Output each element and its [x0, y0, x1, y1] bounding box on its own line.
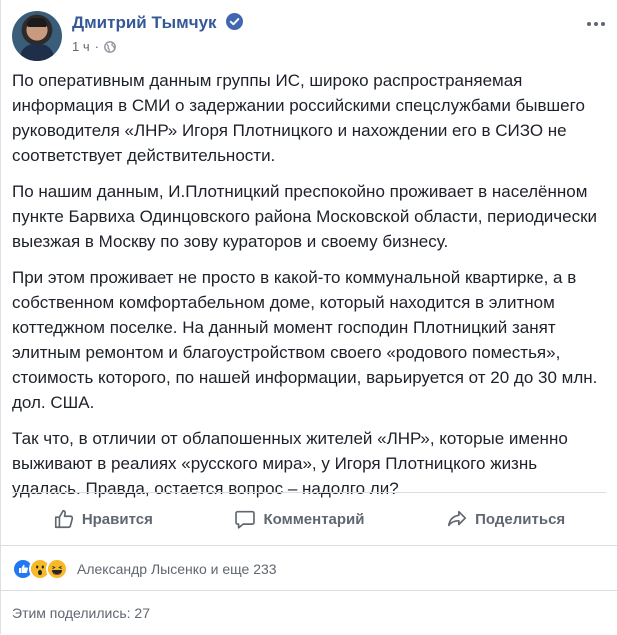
share-label: Поделиться	[475, 510, 566, 528]
facebook-post: Дмитрий Тымчук 1 ч · По оперативным данн…	[0, 0, 617, 634]
share-button[interactable]: Поделиться	[432, 502, 579, 536]
post-paragraph: По нашим данным, И.Плотницкий преспокойн…	[12, 182, 597, 251]
haha-icon	[46, 557, 68, 580]
post-paragraph: По оперативным данным группы ИС, широко …	[12, 71, 585, 165]
post-paragraph: При этом проживает не просто в какой-то …	[12, 268, 598, 412]
shares-count[interactable]: Этим поделились: 27	[1, 590, 617, 635]
author-name[interactable]: Дмитрий Тымчук	[72, 13, 217, 32]
comment-label: Комментарий	[263, 510, 365, 528]
like-label: Нравится	[81, 510, 153, 528]
thumbs-up-icon	[54, 509, 73, 529]
author-name-link[interactable]: Дмитрий Тымчук	[72, 13, 244, 33]
avatar[interactable]	[12, 11, 62, 61]
meta-separator: ·	[94, 39, 99, 54]
reactions-summary[interactable]: Александр Лысенко и еще 233	[1, 545, 617, 591]
like-button[interactable]: Нравится	[39, 502, 167, 536]
share-arrow-icon	[448, 510, 467, 527]
shares-text[interactable]: Этим поделились: 27	[12, 605, 150, 621]
reaction-icons	[12, 557, 68, 580]
post-paragraph: Так что, в отличии от облапошенных жител…	[12, 429, 568, 498]
reactions-text[interactable]: Александр Лысенко и еще 233	[77, 561, 277, 577]
action-bar: Нравится Комментарий Поделиться	[12, 492, 606, 545]
comment-icon	[235, 510, 256, 529]
post-timestamp[interactable]: 1 ч	[72, 39, 90, 54]
more-options-icon[interactable]	[585, 17, 607, 31]
post-body: По оперативным данным группы ИС, широко …	[12, 68, 602, 512]
comment-button[interactable]: Комментарий	[220, 502, 378, 536]
post-meta: 1 ч ·	[72, 39, 116, 54]
post-header: Дмитрий Тымчук 1 ч ·	[12, 11, 617, 63]
globe-icon[interactable]	[104, 40, 116, 53]
verified-badge-icon	[226, 13, 244, 30]
